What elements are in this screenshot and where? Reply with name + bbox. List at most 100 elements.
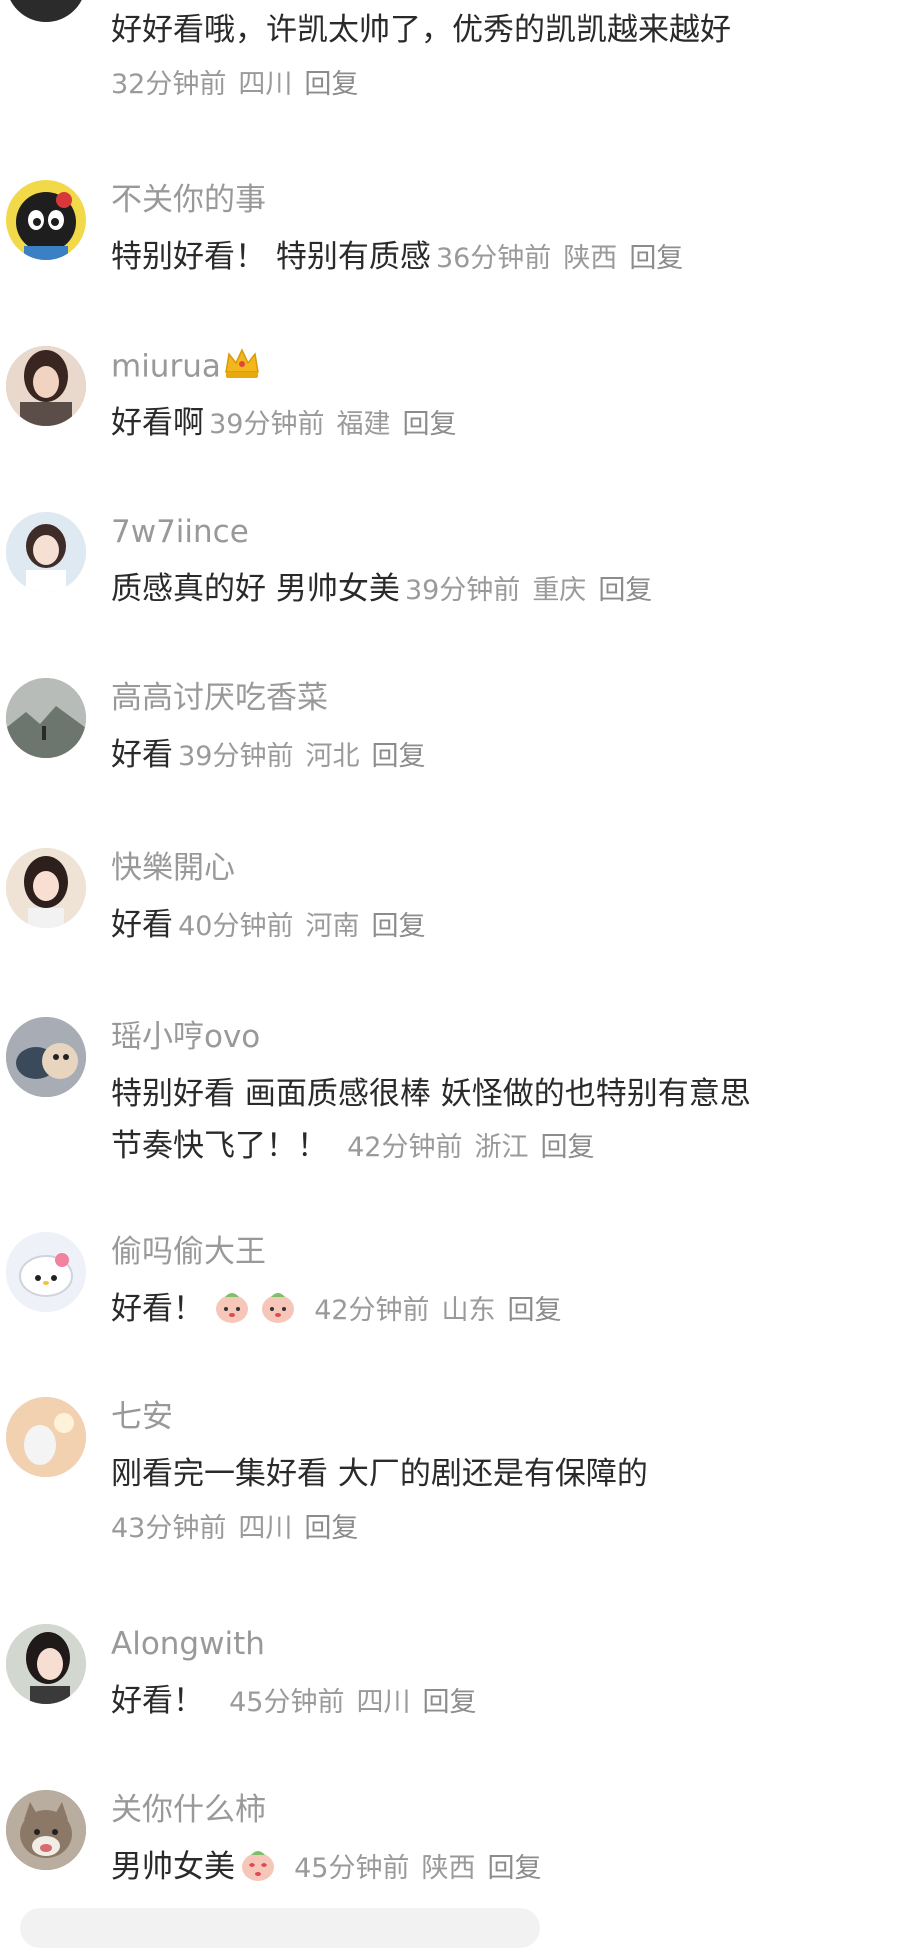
avatar[interactable] (6, 1624, 86, 1704)
comment-time: 42分钟前 (314, 1295, 430, 1326)
comment-region: 河南 (305, 911, 360, 942)
comment-meta: 36分钟前 陕西 回复 (436, 243, 695, 274)
avatar[interactable] (6, 0, 86, 22)
comment-region: 河北 (305, 741, 360, 772)
comment-region: 山东 (441, 1295, 496, 1326)
comment-meta: 43分钟前 四川 回复 (111, 1507, 370, 1551)
avatar-cat-image (6, 1017, 86, 1097)
username[interactable]: 不关你的事 (111, 180, 266, 220)
comment-body: 节奏快飞了！！ 42分钟前 浙江 回复 (111, 1124, 606, 1173)
crown-icon (223, 346, 261, 390)
reply-button[interactable]: 回复 (487, 1853, 541, 1884)
comment-time: 39分钟前 (404, 575, 521, 606)
comment-meta: 45分钟前 四川 回复 (229, 1687, 488, 1718)
comment-region: 四川 (238, 69, 293, 100)
reply-button[interactable]: 回复 (304, 69, 358, 100)
comment-meta: 39分钟前 重庆 回复 (405, 575, 664, 606)
username[interactable]: 快樂開心 (111, 848, 235, 888)
comment-body: 质感真的好 男帅女美 39分钟前 重庆 回复 (111, 567, 664, 616)
reply-button[interactable]: 回复 (508, 1295, 562, 1326)
avatar-cat-image (6, 1790, 86, 1870)
comment-body: 好看！ 45分钟前 四川 回复 (111, 1679, 488, 1728)
comment-body: 特别好看！ 特别有质感 36分钟前 陕西 回复 (111, 235, 695, 284)
comment-text: 特别好看 画面质感很棒 妖怪做的也特别有意思 (111, 1076, 751, 1112)
heart-kiss-emoji-icon (239, 1845, 277, 1900)
reply-button[interactable]: 回复 (371, 741, 425, 772)
avatar-hello-kitty-image (6, 1232, 86, 1312)
comment-meta: 42分钟前 山东 回复 (314, 1295, 573, 1326)
comment-region: 重庆 (532, 575, 587, 606)
avatar-photo-image (6, 848, 86, 928)
avatar[interactable] (6, 1790, 86, 1870)
avatar-cat-image (16, 192, 76, 260)
username[interactable]: miurua (111, 346, 261, 390)
comment-text: 特别好看！ 特别有质感 (111, 239, 431, 275)
comment-time: 45分钟前 (294, 1853, 410, 1884)
comment-text: 好看！ (111, 1683, 204, 1719)
avatar[interactable] (6, 180, 86, 260)
reply-button[interactable]: 回复 (402, 409, 456, 440)
reply-button[interactable]: 回复 (422, 1687, 476, 1718)
comment-time: 45分钟前 (229, 1687, 345, 1718)
username[interactable]: 瑶小哼ovo (111, 1017, 260, 1057)
comment-time: 42分钟前 (347, 1132, 463, 1163)
comment-text: 好看啊 (111, 405, 204, 441)
comment-time: 39分钟前 (178, 741, 294, 772)
reply-button[interactable]: 回复 (540, 1132, 594, 1163)
username[interactable]: 偷吗偷大王 (111, 1232, 266, 1272)
reply-button[interactable]: 回复 (304, 1513, 358, 1544)
comment-body: 好看！ 42分钟前 山东 回复 (111, 1287, 574, 1342)
username-text: miurua (111, 348, 221, 385)
comment-time: 43分钟前 (111, 1513, 227, 1544)
comment-body: 好看 40分钟前 河南 回复 (111, 903, 437, 952)
kiss-emoji-icon (259, 1287, 297, 1342)
comment-time: 39分钟前 (209, 409, 325, 440)
comment-region: 四川 (356, 1687, 411, 1718)
comment-meta: 45分钟前 陕西 回复 (294, 1853, 553, 1884)
avatar[interactable] (6, 1017, 86, 1097)
comment-region: 四川 (238, 1513, 293, 1544)
username[interactable]: 关你什么柿 (111, 1790, 266, 1830)
comment-meta: 39分钟前 河北 回复 (178, 741, 437, 772)
username[interactable]: 高高讨厌吃香菜 (111, 678, 328, 718)
comment-text: 好好看哦，许凯太帅了，优秀的凯凯越来越好 (111, 12, 731, 48)
comment-text: 好看 (111, 907, 173, 943)
username[interactable]: 七安 (111, 1397, 173, 1437)
avatar-photo-image (6, 512, 86, 592)
avatar-photo-image (6, 1397, 86, 1477)
comment-text: 质感真的好 男帅女美 (111, 571, 400, 607)
comment-text: 好看 (111, 737, 173, 773)
avatar[interactable] (6, 1397, 86, 1477)
comment-meta: 32分钟前 四川 回复 (111, 63, 370, 107)
avatar[interactable] (6, 848, 86, 928)
avatar[interactable] (6, 346, 86, 426)
avatar[interactable] (6, 512, 86, 592)
username[interactable]: 7w7iince (111, 512, 249, 552)
comment-time: 32分钟前 (111, 69, 227, 100)
username[interactable]: Alongwith (111, 1624, 265, 1664)
avatar-photo-image (6, 346, 86, 426)
comment-region: 浙江 (474, 1132, 529, 1163)
comment-body: 好看啊 39分钟前 福建 回复 (111, 401, 468, 450)
reply-button[interactable]: 回复 (371, 911, 425, 942)
comment-text-line2: 节奏快飞了！！ (111, 1128, 328, 1164)
comment-region: 陕西 (421, 1853, 476, 1884)
comment-meta: 40分钟前 河南 回复 (178, 911, 437, 942)
reply-button[interactable]: 回复 (598, 575, 652, 606)
avatar[interactable] (6, 1232, 86, 1312)
kiss-emoji-icon (213, 1287, 251, 1342)
avatar[interactable] (6, 678, 86, 758)
avatar-landscape-image (6, 678, 86, 758)
comment-meta: 39分钟前 福建 回复 (209, 409, 468, 440)
comment-region: 陕西 (563, 243, 618, 274)
reply-button[interactable]: 回复 (629, 243, 683, 274)
avatar-photo-image (6, 1624, 86, 1704)
comment-input-bar[interactable] (20, 1908, 540, 1948)
comment-meta: 42分钟前 浙江 回复 (347, 1132, 606, 1163)
comment-body: 好看 39分钟前 河北 回复 (111, 733, 437, 782)
comment-body: 男帅女美 45分钟前 陕西 回复 (111, 1845, 553, 1900)
comment-text: 好看！ (111, 1291, 204, 1327)
comment-region: 福建 (336, 409, 391, 440)
comment-time: 40分钟前 (178, 911, 294, 942)
comment-text: 男帅女美 (111, 1849, 235, 1885)
